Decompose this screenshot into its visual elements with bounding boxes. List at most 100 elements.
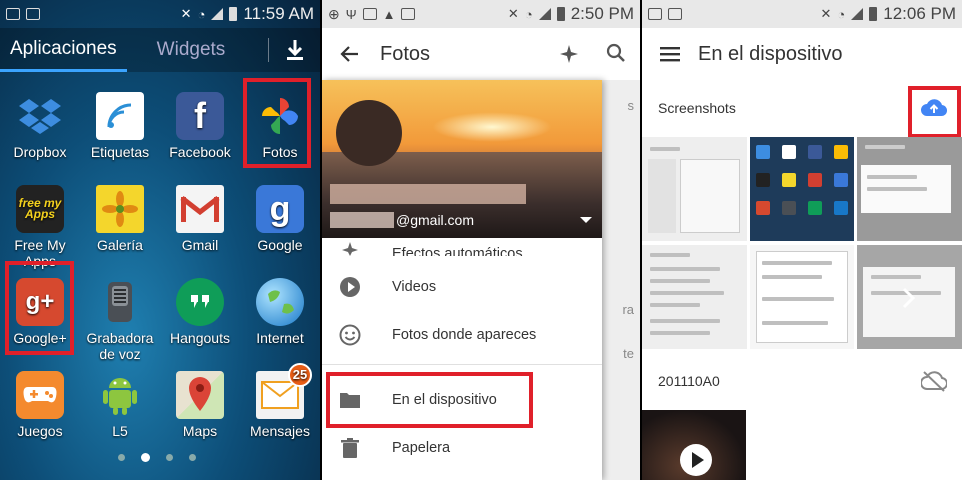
assistant-sparkle-icon[interactable] [558,43,580,65]
menu-item-trash[interactable]: Papelera [322,424,602,472]
photo-thumbnail[interactable] [750,137,854,241]
thumb-line [650,331,710,335]
page-dot [189,454,196,461]
app-mensajes[interactable]: 25 Mensajes [240,363,320,458]
facebook-glyph: f [194,95,206,136]
image-notification-icon [401,8,416,20]
notification-icon [648,8,662,20]
app-hangouts[interactable]: Hangouts [160,278,240,365]
menu-item-videos[interactable]: Videos [322,263,602,311]
photo-thumbnail[interactable] [857,137,962,241]
app-galeria[interactable]: Galería [80,185,160,272]
cloud-off-icon[interactable] [921,370,947,392]
thumb-line [762,321,828,325]
warning-icon: ▲ [382,6,396,22]
mini-app-icon [756,173,770,187]
nfc-tag-icon [96,92,144,140]
folder-name: Screenshots [658,100,736,116]
battery-icon [229,7,238,21]
wifi-icon: ◔ [837,6,846,22]
thumb-line [762,297,834,301]
app-grabadora[interactable]: Grabadora de voz [80,278,160,365]
mute-icon: ✕ [507,6,519,21]
tab-apps[interactable]: Aplicaciones [0,28,127,72]
download-icon [286,40,303,60]
mini-app-icon [782,173,796,187]
photo-thumbnail[interactable] [750,245,854,349]
app-etiquetas[interactable]: Etiquetas [80,92,160,179]
menu-label: Videos [392,279,437,295]
account-header[interactable]: @gmail.com [322,80,602,238]
photo-thumbnail[interactable] [857,245,962,349]
video-thumbnail[interactable] [642,410,746,480]
app-facebook[interactable]: f Facebook [160,92,240,179]
facebook-icon: f [176,92,224,140]
divider [322,364,602,365]
mini-app-icon [808,145,822,159]
play-icon[interactable] [680,444,712,476]
app-maps[interactable]: Maps [160,371,240,458]
app-l5[interactable]: L5 [80,371,160,458]
thumb-block [680,159,740,233]
page-title: En el dispositivo [698,42,843,65]
thumb-line [650,253,690,257]
thumb-line [650,147,680,151]
thumb-block [648,159,676,233]
thumb-line [871,275,921,279]
thumb-line [867,187,927,191]
avatar[interactable] [336,100,402,166]
header-background-image [432,112,552,142]
clock: 12:06 PM [883,4,956,23]
search-icon[interactable] [606,43,626,63]
menu-hamburger-icon[interactable] [660,46,680,62]
mini-app-icon [834,145,848,159]
chevron-right-icon[interactable] [901,287,917,309]
app-google[interactable]: g Google [240,185,320,272]
app-gmail[interactable]: Gmail [160,185,240,272]
status-bar: ⊕ Ψ ▲ ✕ ◔ 2:50 PM [322,0,640,28]
face-icon [324,324,376,346]
games-controller-icon [16,371,64,419]
menu-label: Fotos donde apareces [392,327,537,343]
thumb-line [762,275,822,279]
app-juegos[interactable]: Juegos [0,371,80,458]
freemyapps-glyph: free my Apps [18,196,62,221]
app-label: Internet [256,330,304,346]
app-label: Etiquetas [90,144,150,160]
google-glyph: g [269,190,291,228]
freemyapps-icon: free my Apps [16,185,64,233]
notification-icon [6,8,20,20]
photos-drawer-screen: ⊕ Ψ ▲ ✕ ◔ 2:50 PM Fotos s ra te @gmail.c… [322,0,640,480]
photo-thumbnail[interactable] [642,137,747,241]
add-icon: ⊕ [328,5,340,22]
mini-app-icon [756,145,770,159]
app-label: Hangouts [170,330,230,346]
menu-item-faces[interactable]: Fotos donde apareces [322,311,602,359]
thumb-line [865,145,905,149]
signal-icon [538,8,551,20]
mini-app-icon [756,201,770,215]
photo-thumbnail[interactable] [642,245,747,349]
app-dropbox[interactable]: Dropbox [0,92,80,179]
tab-widgets[interactable]: Widgets [147,39,236,61]
unread-badge: 25 [288,363,312,387]
thumb-line [650,291,724,295]
app-label: Grabadora de voz [86,330,154,362]
mini-app-icon [834,173,848,187]
app-label: Mensajes [250,423,310,439]
image-notification-icon [26,8,40,20]
on-device-screen: ✕ ◔ 12:06 PM En el dispositivo Screensho… [642,0,962,480]
mini-app-icon [834,201,848,215]
back-arrow-icon[interactable] [340,45,360,63]
dropdown-arrow-icon[interactable] [580,217,592,223]
app-free-my-apps[interactable]: free my Apps Free My Apps [0,185,80,272]
app-bar: En el dispositivo [642,28,962,80]
app-internet[interactable]: Internet [240,278,320,365]
download-button[interactable] [268,38,320,62]
mini-app-icon [808,201,822,215]
menu-item-auto-effects[interactable]: Efectos automáticos [322,224,602,256]
page-title: Fotos [380,42,431,65]
mute-icon: ✕ [820,6,832,21]
app-label: Galería [97,237,143,253]
app-label: Dropbox [13,144,67,160]
